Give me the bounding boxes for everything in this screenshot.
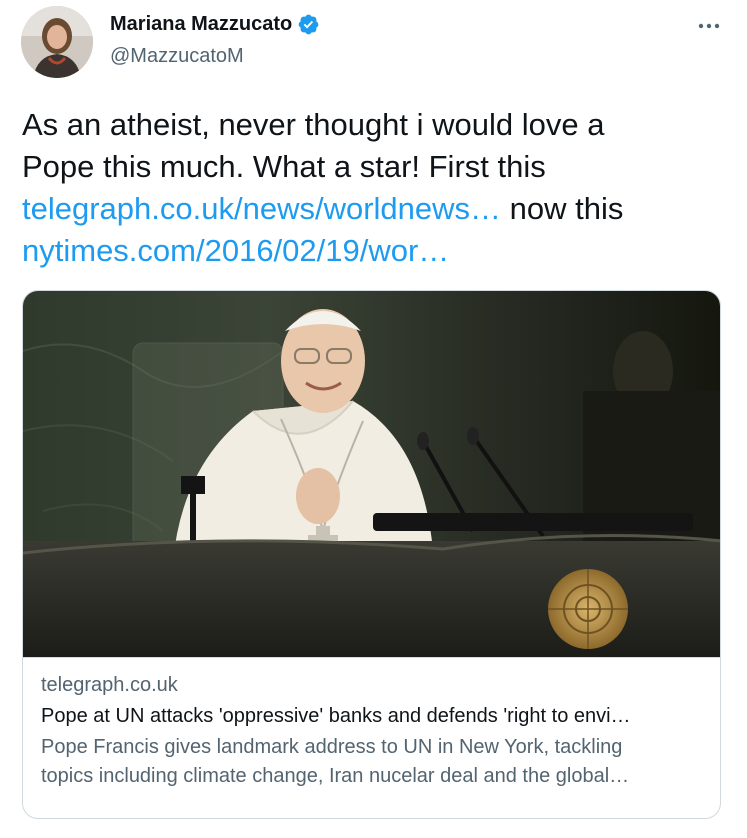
telegraph-link[interactable]: telegraph.co.uk/news/worldnews… — [22, 191, 501, 226]
nytimes-link[interactable]: nytimes.com/2016/02/19/wor… — [22, 233, 449, 268]
author-handle[interactable]: @MazzucatoM — [110, 45, 244, 68]
avatar[interactable] — [21, 6, 93, 78]
tweet-text-line-2: Pope this much. What a star! First this — [22, 149, 546, 184]
tweet-text-line-4: nytimes.com/2016/02/19/wor… — [22, 230, 727, 272]
more-options-icon — [698, 23, 720, 29]
verified-badge-icon — [298, 14, 319, 35]
tweet-text-mid: now this — [501, 191, 624, 226]
card-description-line-1: Pope Francis gives landmark address to U… — [41, 736, 623, 758]
card-description: Pope Francis gives landmark address to U… — [41, 733, 705, 791]
author-display-name[interactable]: Mariana Mazzucato — [110, 13, 292, 36]
card-description-line-2: topics including climate change, Iran nu… — [41, 765, 630, 787]
card-title: Pope at UN attacks 'oppressive' banks an… — [41, 705, 631, 727]
tweet-text-line-3: telegraph.co.uk/news/worldnews… now this — [22, 188, 727, 230]
card-body[interactable]: telegraph.co.uk Pope at UN attacks 'oppr… — [23, 657, 720, 791]
tweet-text-line-1: As an atheist, never thought i would lov… — [22, 107, 605, 142]
link-preview-card[interactable]: telegraph.co.uk Pope at UN attacks 'oppr… — [22, 290, 721, 819]
tweet-text: As an atheist, never thought i would lov… — [22, 104, 727, 272]
card-image[interactable] — [23, 291, 720, 657]
author-name-row[interactable]: Mariana Mazzucato — [110, 13, 320, 36]
card-domain: telegraph.co.uk — [41, 674, 178, 696]
more-options-button[interactable] — [689, 14, 729, 38]
pope-photo — [23, 291, 720, 657]
avatar-image — [21, 6, 93, 78]
